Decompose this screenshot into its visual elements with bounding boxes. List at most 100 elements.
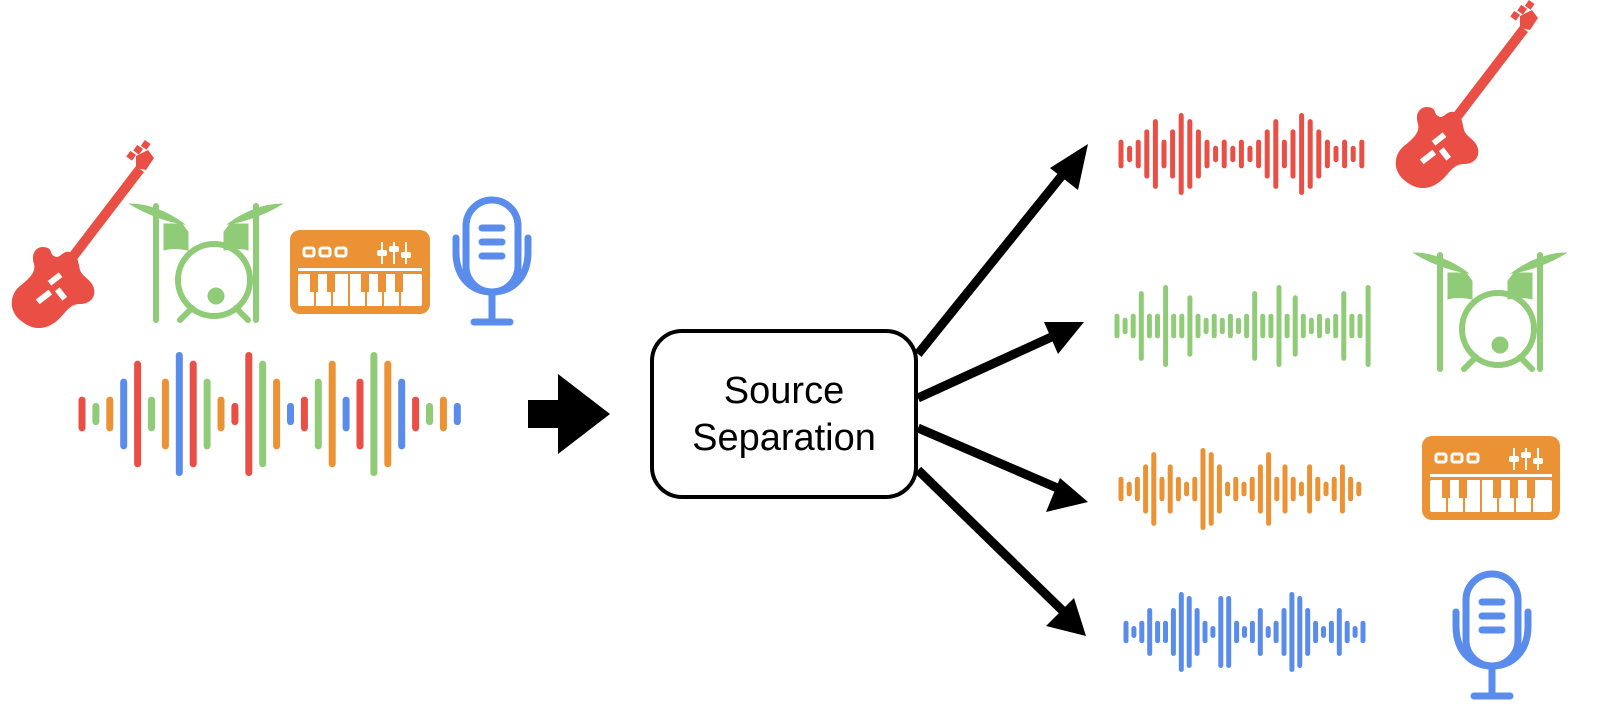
guitar-wave-bar: [1187, 119, 1193, 189]
keyboard-wave-bar: [1167, 464, 1173, 514]
keyboard-wave-bar: [1241, 481, 1247, 497]
drums-wave-bar: [1236, 317, 1241, 335]
keyboard-wave-bar: [1200, 448, 1206, 530]
keyboard-wave-bar: [1143, 464, 1149, 514]
vocals-wave-bar: [1352, 626, 1358, 638]
source-separation-box: Source Separation: [650, 329, 918, 499]
vocals-wave-bar: [1123, 620, 1129, 644]
vocals-wave-bar: [1249, 620, 1255, 644]
guitar-wave-bar: [1144, 129, 1150, 179]
vocals-wave-bar: [1163, 620, 1168, 644]
guitar-wave-bar: [1195, 129, 1201, 179]
mixture-wave-bar: [314, 378, 322, 450]
guitar-wave-bar: [1264, 129, 1270, 179]
drums-wave-bar: [1211, 313, 1217, 339]
keyboard-wave-bar: [1331, 476, 1337, 502]
drums-wave-bar: [1219, 317, 1225, 335]
box-label-line1: Source: [724, 370, 844, 412]
guitar-wave-bar: [1204, 139, 1210, 169]
guitar-wave-bar: [1307, 119, 1313, 189]
guitar-wave-bar: [1230, 145, 1236, 163]
drums-wave-bar: [1163, 285, 1169, 367]
drums-wave-bar: [1179, 313, 1185, 339]
drums-wave-bar: [1341, 291, 1347, 361]
vocals-wave-bar: [1297, 596, 1303, 668]
mixture-wave-bar: [134, 360, 142, 468]
mixture-wave-bar: [328, 360, 336, 468]
keyboard-wave-bar: [1348, 476, 1354, 502]
guitar-wave-bar: [1178, 113, 1184, 195]
guitar-wave-bar: [1290, 129, 1296, 179]
keyboard-wave-bar: [1290, 476, 1296, 502]
guitar-wave-bar: [1256, 139, 1262, 169]
drums-output-waveform: [1114, 285, 1371, 367]
arrow-to-drums: [916, 322, 1084, 403]
drums-wave-bar: [1252, 291, 1258, 361]
guitar-wave-bar: [1135, 139, 1141, 169]
drums-wave-bar: [1325, 317, 1331, 335]
vocals-wave-bar: [1328, 620, 1334, 644]
vocals-wave-bar: [1281, 608, 1287, 656]
keyboard-wave-bar: [1274, 476, 1280, 502]
drums-wave-bar: [1317, 313, 1322, 339]
keyboard-wave-bar: [1315, 476, 1321, 502]
drums-wave-bar: [1146, 313, 1152, 339]
guitar-wave-bar: [1170, 129, 1176, 179]
vocals-wave-bar: [1289, 592, 1295, 672]
mixture-wave-bar: [92, 402, 100, 426]
keyboard-wave-bar: [1356, 481, 1362, 497]
drums-wave-bar: [1365, 285, 1371, 367]
mixture-wave-bar: [287, 402, 294, 426]
vocals-wave-bar: [1242, 626, 1247, 638]
mixture-wave-bar: [356, 378, 364, 450]
vocals-wave-bar: [1170, 608, 1176, 656]
mixture-wave-bar: [120, 378, 128, 450]
mixture-wave-bar: [148, 396, 155, 432]
drums-wave-bar: [1114, 313, 1120, 339]
output-arrows: [914, 144, 1088, 636]
vocals-wave-bar: [1155, 620, 1161, 644]
vocals-wave-bar: [1273, 620, 1279, 644]
input-drums-icon: [128, 203, 284, 323]
vocals-wave-bar: [1305, 608, 1311, 656]
mixture-wave-bar: [175, 352, 183, 476]
drums-wave-bar: [1300, 313, 1306, 339]
guitar-wave-bar: [1342, 139, 1348, 169]
keyboard-wave-bar: [1192, 476, 1198, 502]
mixture-wave-bar: [217, 396, 225, 432]
keyboard-wave-bar: [1126, 481, 1132, 497]
mixture-wave-bar: [161, 378, 169, 450]
vocals-wave-bar: [1336, 608, 1342, 656]
vocals-wave-bar: [1194, 608, 1200, 656]
keyboard-wave-bar: [1298, 481, 1304, 497]
mixture-wave-bar: [370, 352, 378, 476]
mixture-wave-bar: [106, 396, 114, 432]
output-microphone-icon: [1452, 570, 1532, 700]
guitar-wave-bar: [1273, 119, 1279, 189]
guitar-wave-bar: [1127, 145, 1133, 163]
drums-wave-bar: [1349, 313, 1355, 339]
keyboard-wave-bar: [1233, 476, 1239, 502]
mixture-wave-bar: [453, 402, 461, 426]
guitar-wave-bar: [1213, 145, 1219, 163]
guitar-wave-bar: [1333, 145, 1339, 163]
vocals-wave-bar: [1321, 626, 1326, 638]
guitar-wave-bar: [1359, 139, 1365, 169]
vocals-wave-bar: [1139, 620, 1145, 644]
keyboard-wave-bar: [1249, 476, 1255, 502]
box-label-line2: Separation: [692, 417, 876, 459]
drums-wave-bar: [1260, 313, 1266, 339]
guitar-wave-bar: [1281, 139, 1287, 169]
vocals-wave-bar: [1147, 608, 1153, 656]
vocals-wave-bar: [1265, 626, 1271, 638]
source-separation-diagram: Source Separation: [11, 0, 1568, 700]
vocals-wave-bar: [1186, 596, 1192, 668]
mixture-wave-bar: [426, 402, 433, 426]
mixture-wave-bar: [189, 360, 197, 468]
vocals-wave-bar: [1218, 596, 1224, 668]
keyboard-wave-bar: [1282, 464, 1288, 514]
keyboard-wave-bar: [1339, 464, 1345, 514]
keyboard-wave-bar: [1257, 464, 1263, 514]
vocals-wave-bar: [1131, 626, 1137, 638]
vocals-wave-bar: [1234, 620, 1240, 644]
